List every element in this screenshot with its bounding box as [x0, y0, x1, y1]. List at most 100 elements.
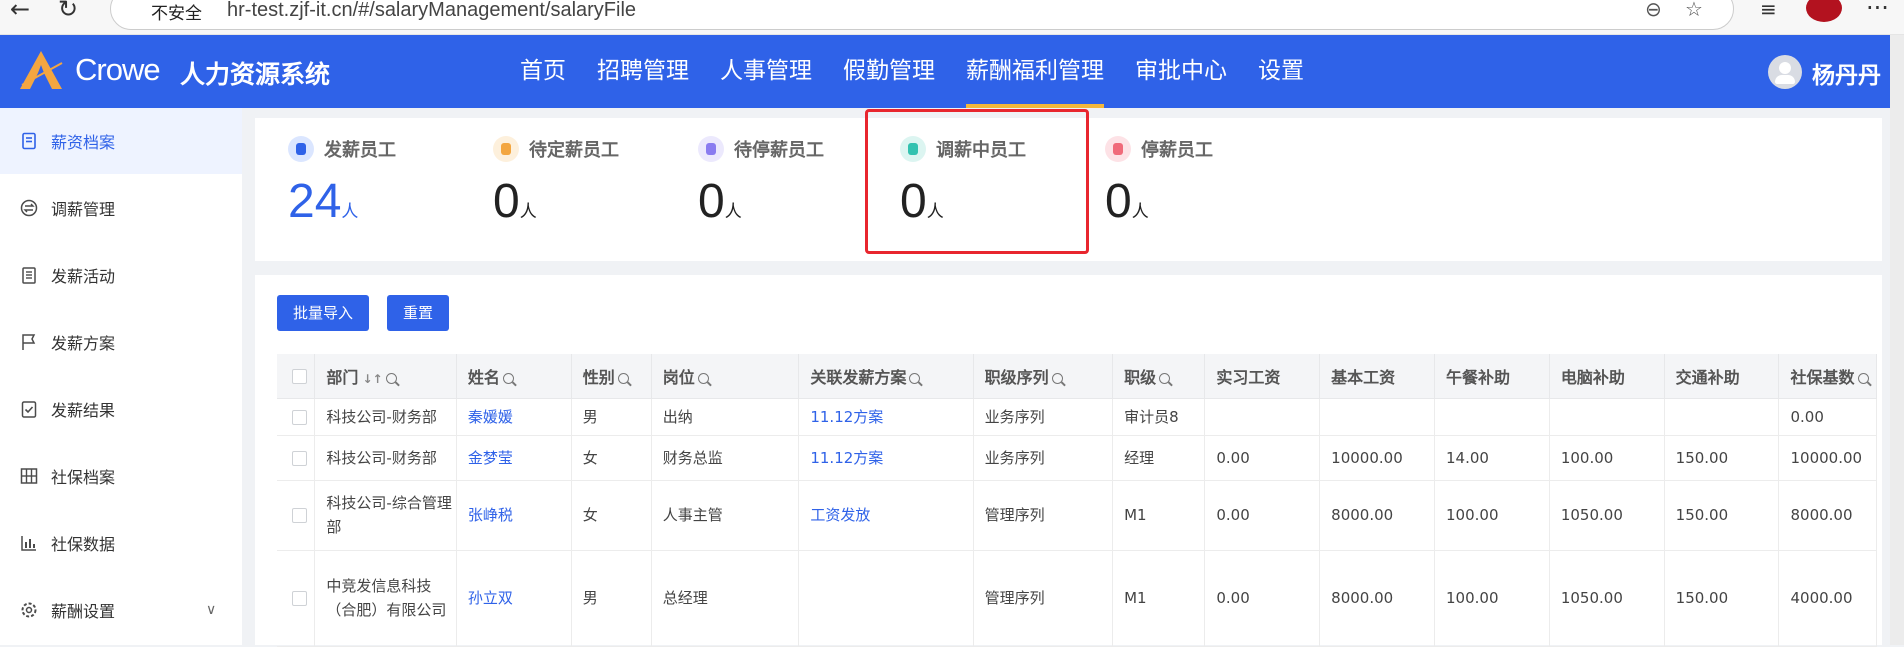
- column-header-department[interactable]: 部门 ↓↑: [314, 354, 457, 399]
- address-bar[interactable]: 不安全 hr-test.zjf-it.cn/#/salaryManagement…: [110, 0, 1734, 30]
- sidebar-item-social-security-file[interactable]: 社保档案: [0, 443, 242, 509]
- table-header-row: 部门 ↓↑ 姓名 性别 岗位 关联发薪方案 职级序列 职级 实习工资 基本工资 午…: [277, 354, 1877, 399]
- cell-position: 总经理: [651, 550, 800, 647]
- cell-payroll-plan-link[interactable]: [798, 550, 974, 647]
- sidebar-item-label: 薪资档案: [51, 133, 116, 152]
- sidebar-item-payroll-plan[interactable]: 发薪方案: [0, 309, 242, 375]
- menu-item-leave-attendance[interactable]: 假勤管理: [843, 35, 935, 108]
- row-checkbox[interactable]: [292, 591, 307, 606]
- column-header-name[interactable]: 姓名: [456, 354, 572, 399]
- sidebar-item-salary-adjustment[interactable]: 调薪管理: [0, 175, 242, 241]
- cell-name-link[interactable]: 金梦莹: [456, 435, 572, 481]
- stat-title: 停薪员工: [1141, 140, 1213, 161]
- cell-gender: 女: [571, 435, 652, 481]
- column-header-social-security-base[interactable]: 社保基数: [1778, 354, 1877, 399]
- page-scrollbar[interactable]: [1890, 35, 1904, 645]
- cell-position: 人事主管: [651, 480, 800, 551]
- cell-payroll-plan-link[interactable]: 11.12方案: [798, 398, 974, 436]
- header-label: 姓名: [467, 367, 500, 387]
- menu-item-settings[interactable]: 设置: [1258, 35, 1304, 108]
- cell-grade-series: 业务序列: [973, 398, 1114, 436]
- column-header-position[interactable]: 岗位: [651, 354, 800, 399]
- search-icon[interactable]: [617, 372, 629, 384]
- cell-computer-allowance: 100.00: [1549, 435, 1665, 481]
- document-icon: [22, 132, 36, 150]
- table-row[interactable]: 科技公司-财务部 金梦莹 女 财务总监 11.12方案 业务序列 经理 0.00…: [277, 435, 1877, 481]
- column-header-computer-allowance: 电脑补助: [1549, 354, 1665, 399]
- stat-unit: 人: [724, 202, 742, 222]
- menu-item-compensation[interactable]: 薪酬福利管理: [966, 35, 1104, 108]
- favorites-icon[interactable]: ≡: [1760, 0, 1777, 19]
- reset-button[interactable]: 重置: [387, 295, 450, 331]
- header-label: 职级: [1124, 367, 1157, 387]
- select-all-checkbox[interactable]: [292, 369, 307, 385]
- search-icon[interactable]: [1159, 372, 1171, 384]
- sidebar-item-salary-file[interactable]: 薪资档案: [0, 108, 242, 174]
- search-icon[interactable]: [1857, 372, 1869, 384]
- cell-computer-allowance: [1549, 398, 1665, 436]
- bar-chart-icon: [21, 536, 36, 551]
- cell-name-link[interactable]: 秦媛媛: [456, 398, 572, 436]
- security-warning-label[interactable]: 不安全: [151, 0, 202, 24]
- cell-intern-salary: 0.00: [1204, 435, 1321, 481]
- header-label: 岗位: [662, 367, 695, 387]
- menu-item-recruitment[interactable]: 招聘管理: [597, 35, 689, 108]
- search-icon[interactable]: [1051, 372, 1063, 384]
- stat-unit: 人: [519, 202, 537, 222]
- cell-payroll-plan-link[interactable]: 工资发放: [798, 480, 974, 551]
- column-header-gender[interactable]: 性别: [571, 354, 652, 399]
- system-name: 人力资源系统: [180, 60, 331, 89]
- menu-item-personnel[interactable]: 人事管理: [720, 35, 812, 108]
- user-avatar[interactable]: [1768, 55, 1802, 89]
- url-text[interactable]: hr-test.zjf-it.cn/#/salaryManagement/sal…: [227, 0, 636, 22]
- sort-icon[interactable]: ↓↑: [362, 372, 382, 386]
- row-checkbox[interactable]: [292, 450, 307, 466]
- select-all-header[interactable]: [277, 354, 316, 399]
- cell-social-security-base: 8000.00: [1778, 480, 1877, 551]
- cell-name-link[interactable]: 孙立双: [456, 550, 572, 647]
- chevron-down-icon: ∨: [206, 602, 217, 618]
- row-checkbox[interactable]: [292, 409, 307, 425]
- column-header-transport-allowance: 交通补助: [1664, 354, 1780, 399]
- row-select-cell[interactable]: [277, 398, 316, 436]
- more-menu-icon[interactable]: ···: [1866, 0, 1889, 22]
- exchange-icon: [20, 199, 38, 217]
- sidebar-item-compensation-settings[interactable]: 薪酬设置 ∨: [0, 577, 242, 643]
- sidebar-item-payroll-result[interactable]: 发薪结果: [0, 376, 242, 442]
- back-arrow-icon[interactable]: ←: [10, 0, 30, 21]
- row-select-cell[interactable]: [277, 550, 316, 647]
- column-header-grade[interactable]: 职级: [1112, 354, 1206, 399]
- table-row[interactable]: 科技公司-财务部 秦媛媛 男 出纳 11.12方案 业务序列 审计员8 0.00: [277, 398, 1877, 436]
- menu-item-home[interactable]: 首页: [520, 35, 566, 108]
- cell-base-salary: 8000.00: [1319, 480, 1435, 551]
- search-icon[interactable]: [502, 372, 514, 384]
- sidebar-item-label: 发薪方案: [51, 334, 116, 353]
- search-icon[interactable]: [385, 372, 397, 384]
- cell-transport-allowance: 150.00: [1664, 435, 1780, 481]
- zoom-out-icon[interactable]: ⊖: [1645, 0, 1662, 21]
- row-select-cell[interactable]: [277, 435, 316, 481]
- batch-import-button[interactable]: 批量导入: [277, 295, 370, 331]
- browser-profile-avatar[interactable]: [1806, 0, 1842, 22]
- reload-icon[interactable]: ↻: [58, 0, 78, 21]
- row-checkbox[interactable]: [292, 508, 307, 523]
- cell-computer-allowance: 1050.00: [1549, 550, 1665, 647]
- cell-social-security-base: 0.00: [1778, 398, 1877, 436]
- sidebar-item-payroll-activity[interactable]: 发薪活动: [0, 242, 242, 308]
- row-select-cell[interactable]: [277, 480, 316, 551]
- search-icon[interactable]: [909, 372, 921, 384]
- cell-intern-salary: 0.00: [1204, 550, 1321, 647]
- cell-payroll-plan-link[interactable]: 11.12方案: [798, 435, 974, 481]
- table-row[interactable]: 中竞发信息科技（合肥）有限公司 孙立双 男 总经理 管理序列 M1 0.00 8…: [277, 550, 1877, 647]
- search-icon[interactable]: [697, 372, 709, 384]
- menu-item-approval-center[interactable]: 审批中心: [1135, 35, 1227, 108]
- column-header-grade-series[interactable]: 职级序列: [973, 354, 1114, 399]
- sidebar-item-social-security-data[interactable]: 社保数据: [0, 510, 242, 576]
- column-header-payroll-plan[interactable]: 关联发薪方案: [798, 354, 974, 399]
- star-icon[interactable]: ☆: [1685, 0, 1703, 21]
- column-header-lunch-allowance: 午餐补助: [1434, 354, 1550, 399]
- table-row[interactable]: 科技公司-综合管理部 张峥税 女 人事主管 工资发放 管理序列 M1 0.00 …: [277, 480, 1877, 551]
- cell-name-link[interactable]: 张峥税: [456, 480, 572, 551]
- user-name[interactable]: 杨丹丹: [1812, 56, 1881, 90]
- cell-grade-series: 管理序列: [973, 550, 1114, 647]
